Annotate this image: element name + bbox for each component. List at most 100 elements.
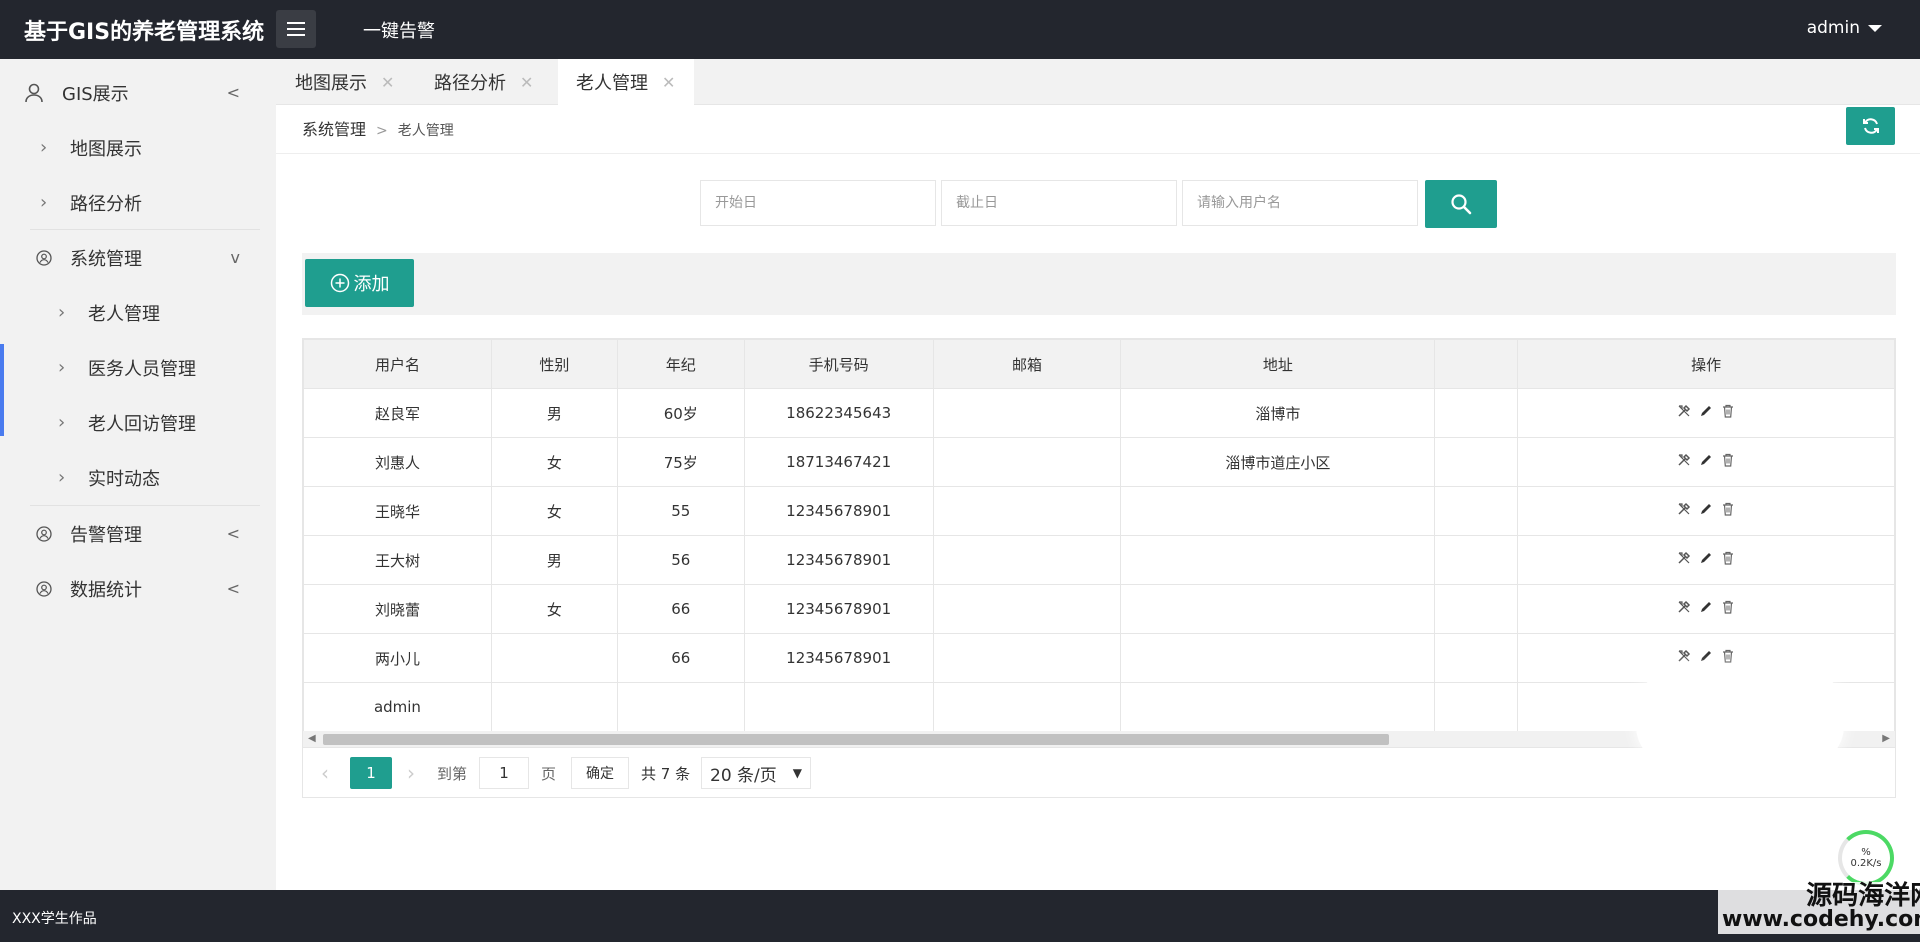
trash-icon[interactable] [1721,453,1735,471]
cell-username: admin [303,682,492,732]
tab-map[interactable]: 地图展示 ✕ [276,59,402,105]
column-header[interactable]: 性别 [490,339,618,389]
page-size-select[interactable]: 20 条/页 ▼ [701,757,811,789]
cell-email [932,535,1122,585]
breadcrumb-current: 老人管理 [397,123,454,139]
table-row[interactable]: 刘惠人 女 75岁 18713467421 淄博市道庄小区 [303,437,1895,487]
sidebar-item-statistics[interactable]: 数据统计 < [0,561,276,616]
sidebar-item-gis[interactable]: GIS展示 < [0,65,276,120]
trash-icon[interactable] [1721,404,1735,422]
edit-icon[interactable] [1699,551,1713,569]
tab-route[interactable]: 路径分析 ✕ [402,59,540,105]
column-header[interactable]: 用户名 [303,339,492,389]
tools-icon[interactable] [1677,649,1691,667]
sidebar-item-label: 数据统计 [70,579,142,601]
cell-gender: 男 [490,535,618,585]
column-header[interactable]: 手机号码 [743,339,934,389]
edit-icon[interactable] [1699,600,1713,618]
chevron-left-icon: < [226,524,240,543]
goto-confirm-button[interactable]: 确定 [571,757,629,789]
chevron-down-icon: v [230,248,240,267]
top-header: 基于GIS的养老管理系统 一键告警 admin [0,0,1920,59]
column-header[interactable]: 邮箱 [932,339,1122,389]
end-date-input[interactable] [941,180,1177,226]
cell-username: 刘晓蕾 [303,584,492,634]
chevron-left-icon: < [226,83,240,102]
goto-page-input[interactable]: 1 [479,757,529,789]
table-row[interactable]: 赵良军 男 60岁 18622345643 淄博市 [303,388,1895,438]
cell-empty [1434,437,1519,487]
user-menu[interactable]: admin [1807,18,1882,38]
tools-icon[interactable] [1677,404,1691,422]
close-icon[interactable]: ✕ [520,73,533,92]
sidebar-item-system[interactable]: 系统管理 v [0,230,276,285]
close-icon[interactable]: ✕ [381,73,394,92]
sidebar-item-alarms[interactable]: 告警管理 < [0,506,276,561]
tools-icon[interactable] [1677,502,1691,520]
cell-age [616,682,745,732]
cell-gender: 女 [490,437,618,487]
column-header: 操作 [1517,339,1895,389]
hamburger-icon [287,22,305,36]
cell-empty [1434,633,1519,683]
cell-email [932,584,1122,634]
sidebar-item-elderly[interactable]: › 老人管理 [0,285,276,340]
tools-icon[interactable] [1677,600,1691,618]
edit-icon[interactable] [1699,453,1713,471]
next-page-icon[interactable]: › [407,757,415,789]
breadcrumb-parent[interactable]: 系统管理 [302,120,366,139]
cell-gender: 女 [490,584,618,634]
cell-username: 王晓华 [303,486,492,536]
trash-icon[interactable] [1721,600,1735,618]
add-button[interactable]: 添加 [305,259,414,307]
edit-icon[interactable] [1699,649,1713,667]
cell-phone: 12345678901 [743,486,934,536]
tools-icon[interactable] [1677,551,1691,569]
cell-empty [1434,584,1519,634]
sidebar-item-visits[interactable]: › 老人回访管理 [0,395,276,450]
cell-actions [1517,535,1895,585]
scroll-thumb[interactable] [323,734,1389,745]
edit-icon[interactable] [1699,404,1713,422]
cell-email [932,437,1122,487]
sidebar-item-label: 路径分析 [70,193,142,215]
search-button[interactable] [1425,180,1497,228]
cell-actions [1517,437,1895,487]
close-icon[interactable]: ✕ [662,73,675,92]
edit-icon[interactable] [1699,502,1713,520]
table-row[interactable]: 刘晓蕾 女 66 12345678901 [303,584,1895,634]
net-percent: % [1861,847,1871,858]
tab-label: 路径分析 [434,73,506,94]
cell-address [1120,535,1436,585]
table-row[interactable]: 王大树 男 56 12345678901 [303,535,1895,585]
tab-elderly[interactable]: 老人管理 ✕ [558,59,694,105]
column-header[interactable]: 年纪 [616,339,745,389]
cell-actions [1517,584,1895,634]
menu-toggle-button[interactable] [276,10,316,48]
table-row[interactable]: 王晓华 女 55 12345678901 [303,486,1895,536]
sidebar-item-realtime[interactable]: › 实时动态 [0,450,276,505]
username-search-input[interactable] [1182,180,1418,226]
start-date-input[interactable] [700,180,936,226]
scroll-right-icon[interactable]: ▶ [1882,733,1890,744]
trash-icon[interactable] [1721,649,1735,667]
sidebar-item-route[interactable]: › 路径分析 [0,175,276,230]
refresh-button[interactable] [1846,107,1895,145]
trash-icon[interactable] [1721,551,1735,569]
prev-page-icon[interactable]: ‹ [321,757,329,789]
trash-icon[interactable] [1721,502,1735,520]
sidebar-item-medical-staff[interactable]: › 医务人员管理 [0,340,276,395]
page-current[interactable]: 1 [350,757,392,789]
column-header[interactable]: 地址 [1120,339,1436,389]
table-toolbar [302,253,1896,315]
user-icon [24,83,44,103]
cell-email [932,682,1122,732]
tools-icon[interactable] [1677,453,1691,471]
chevron-down-icon: ▼ [792,766,802,780]
scroll-left-icon[interactable]: ◀ [308,733,316,744]
network-speed-widget: % 0.2K/s [1838,830,1894,886]
sidebar-item-map[interactable]: › 地图展示 [0,120,276,175]
total-count: 共 7 条 [641,764,691,783]
one-click-alarm-link[interactable]: 一键告警 [363,17,435,43]
sidebar-item-label: 老人回访管理 [88,413,196,435]
